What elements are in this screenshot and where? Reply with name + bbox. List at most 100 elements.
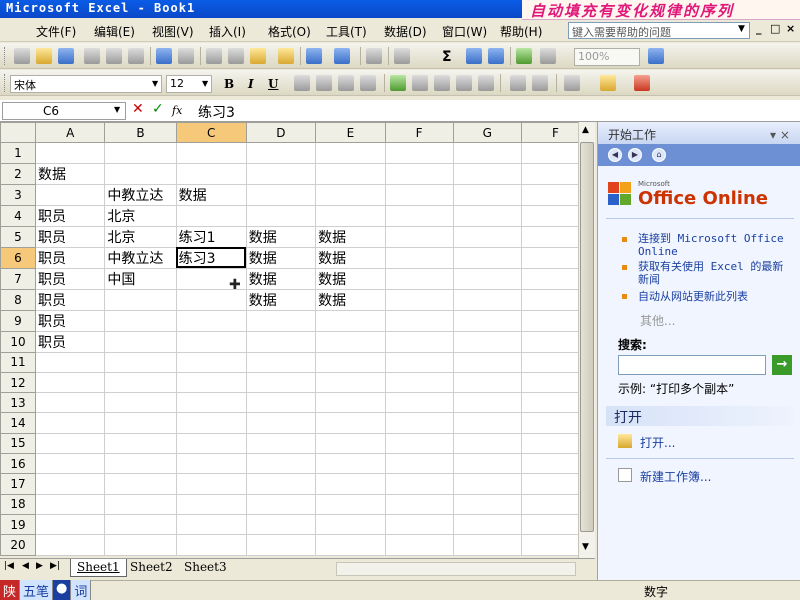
minimize-icon[interactable]: _ [756,22,762,35]
row-header[interactable]: 21 [0,554,36,556]
cell[interactable] [175,412,247,434]
row-header[interactable]: 9 [0,309,36,332]
font-size-dropdown-icon[interactable]: ▼ [202,79,208,88]
cell[interactable] [104,534,177,556]
help-icon[interactable] [648,48,664,64]
row-header[interactable]: 4 [0,204,36,227]
decrease-decimal-icon[interactable] [478,75,494,91]
back-icon[interactable]: ◀ [608,148,622,162]
row-header[interactable]: 14 [0,412,36,434]
cell[interactable] [34,534,106,556]
increase-indent-icon[interactable] [532,75,548,91]
cell[interactable] [315,493,386,515]
cell[interactable] [104,453,177,475]
cell[interactable] [452,162,522,185]
cell[interactable] [175,204,247,227]
cell[interactable]: 职员 [34,225,106,248]
cell[interactable] [384,204,454,227]
undo-icon[interactable] [306,48,322,64]
link-latest-news[interactable]: 获取有关使用 Excel 的最新新闻 [638,260,793,286]
sort-descending-icon[interactable] [488,48,504,64]
cell[interactable]: 中教立达 [104,246,177,269]
scroll-up-icon[interactable]: ▲ [582,125,589,135]
cell[interactable]: 练习1 [175,225,247,248]
bold-button[interactable]: B [224,77,234,91]
format-painter-icon[interactable] [278,48,294,64]
cell[interactable] [452,432,522,455]
column-header[interactable]: A [34,122,106,144]
print-icon[interactable] [106,48,122,64]
cell[interactable]: 北京 [104,225,177,248]
font-name-select[interactable]: 宋体 [10,75,162,93]
copy-icon[interactable] [228,48,244,64]
fill-color-icon[interactable] [600,75,616,91]
help-dropdown-icon[interactable]: ▼ [738,24,745,34]
sheet-tab-2[interactable]: Sheet2 [124,559,179,577]
cell[interactable] [104,330,177,353]
decrease-indent-icon[interactable] [510,75,526,91]
cell[interactable] [452,392,522,414]
column-header[interactable]: E [315,122,386,144]
cell[interactable] [384,534,454,556]
cell[interactable] [104,473,177,495]
row-header[interactable]: 19 [0,513,36,536]
cell[interactable] [384,371,454,394]
menu-file[interactable]: 文件(F) [36,23,76,40]
row-header[interactable]: 6 [0,246,36,269]
row-header[interactable]: 3 [0,183,36,206]
cell[interactable] [315,309,386,332]
menu-tools[interactable]: 工具(T) [326,23,367,40]
font-name-dropdown-icon[interactable]: ▼ [152,79,158,88]
cell[interactable] [315,371,386,394]
cell[interactable] [245,142,317,164]
cell[interactable] [452,473,522,495]
cell[interactable] [452,142,522,164]
horizontal-scrollbar[interactable] [336,562,576,576]
active-cell[interactable]: 练习3 [175,246,247,269]
menu-edit[interactable]: 编辑(E) [94,23,135,40]
cell[interactable] [384,513,454,536]
cell[interactable] [175,309,247,332]
column-header[interactable]: G [452,122,522,144]
cell[interactable] [34,432,106,455]
cell[interactable] [104,432,177,455]
cell[interactable] [175,351,247,373]
cell[interactable] [315,183,386,206]
select-all-corner[interactable] [0,122,36,144]
cell[interactable] [384,412,454,434]
ime-word[interactable]: 词 [71,580,92,600]
underline-button[interactable]: U [268,77,278,91]
menu-format[interactable]: 格式(O) [268,23,311,40]
cell[interactable] [245,204,317,227]
menu-insert[interactable]: 插入(I) [209,23,246,40]
sheet-tab-3[interactable]: Sheet3 [178,559,233,577]
align-center-icon[interactable] [316,75,332,91]
row-header[interactable]: 1 [0,142,36,164]
cell[interactable] [34,392,106,414]
print-preview-icon[interactable] [128,48,144,64]
cell[interactable] [315,453,386,475]
cell[interactable] [384,432,454,455]
cell[interactable] [34,351,106,373]
cell[interactable] [175,493,247,515]
cell[interactable] [315,554,386,556]
cell[interactable] [452,330,522,353]
cell[interactable] [104,554,177,556]
autosum-icon[interactable]: Σ [442,49,452,65]
cell[interactable] [104,288,177,311]
cell[interactable] [452,534,522,556]
cell[interactable] [384,142,454,164]
cell[interactable] [104,493,177,515]
cell[interactable] [104,412,177,434]
prev-sheet-icon[interactable]: ◀ [22,561,29,571]
chart-wizard-icon[interactable] [516,48,532,64]
ime-mode[interactable]: 五笔 [20,580,54,600]
cell[interactable] [452,453,522,475]
column-header[interactable]: B [104,122,177,144]
cell[interactable]: 职员 [34,309,106,332]
cell[interactable] [104,392,177,414]
sheet-tab-1[interactable]: Sheet1 [70,559,127,577]
cell[interactable] [384,183,454,206]
row-header[interactable]: 16 [0,453,36,475]
redo-icon[interactable] [334,48,350,64]
